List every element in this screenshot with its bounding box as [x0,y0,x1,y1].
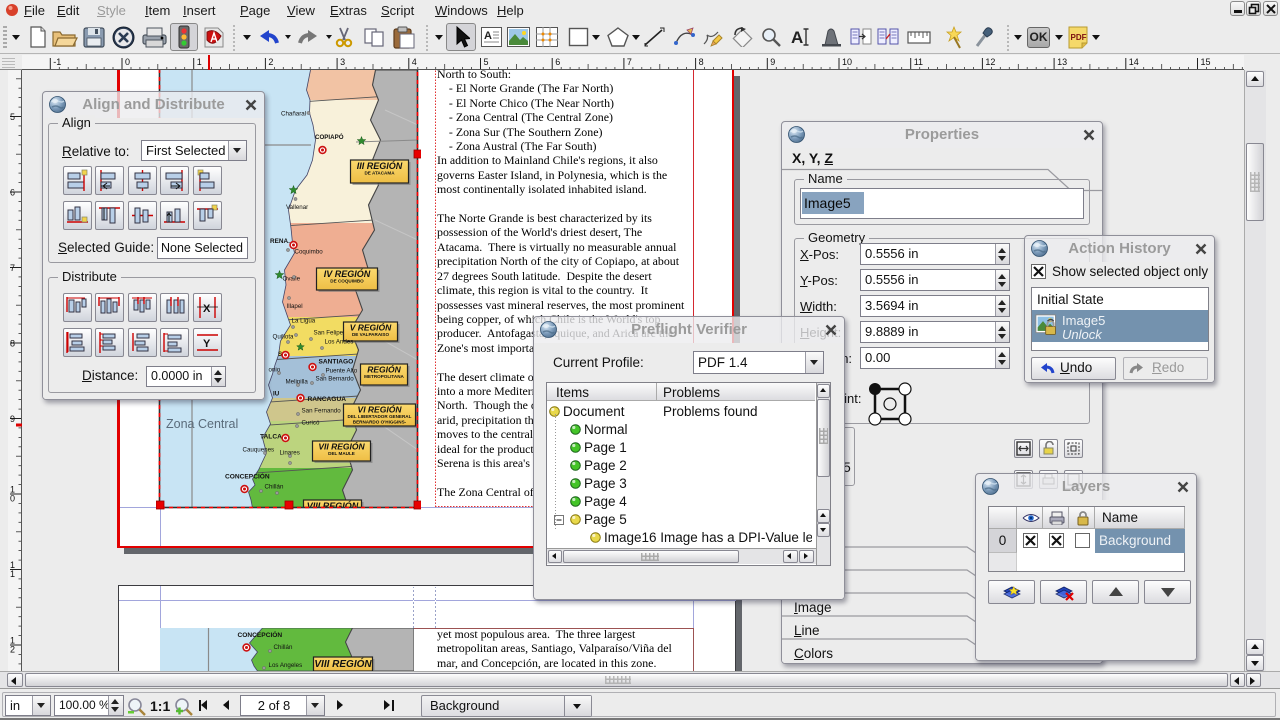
svg-text:9: 9 [10,414,15,424]
svg-text:4: 4 [412,57,417,67]
svg-text:14: 14 [1129,57,1139,67]
svg-text:2: 2 [10,645,15,655]
svg-text:CONCEPCIÓN: CONCEPCIÓN [237,630,282,639]
svg-text:10: 10 [842,57,852,67]
svg-text:8: 8 [699,57,704,67]
svg-text:A: A [484,30,492,42]
svg-text:0: 0 [10,494,15,504]
svg-text:15: 15 [1201,57,1211,67]
svg-text:6: 6 [555,57,560,67]
svg-text:0: 0 [125,57,130,67]
svg-text:11: 11 [914,57,923,67]
svg-text:7: 7 [627,57,632,67]
svg-text:VIII REGIÓN: VIII REGIÓN [314,657,372,670]
svg-text:12: 12 [985,57,995,67]
svg-text:2: 2 [268,57,273,67]
svg-text:5: 5 [484,57,489,67]
svg-text:Los Angeles: Los Angeles [268,662,302,669]
svg-text:3: 3 [340,57,345,67]
svg-text:Y: Y [203,338,211,350]
svg-text:7: 7 [10,263,15,273]
svg-text:5: 5 [10,112,15,122]
svg-text:6: 6 [10,188,15,198]
svg-text:Chillán: Chillán [273,644,292,651]
svg-text:13: 13 [1057,57,1067,67]
svg-text:X: X [203,303,211,315]
svg-text:PDF: PDF [1071,33,1087,42]
svg-text:-1: -1 [53,57,61,67]
svg-text:8: 8 [10,339,15,349]
svg-text:A: A [791,28,803,47]
svg-text:9: 9 [770,57,775,67]
svg-text:1: 1 [10,569,15,579]
svg-text:1: 1 [197,57,202,67]
